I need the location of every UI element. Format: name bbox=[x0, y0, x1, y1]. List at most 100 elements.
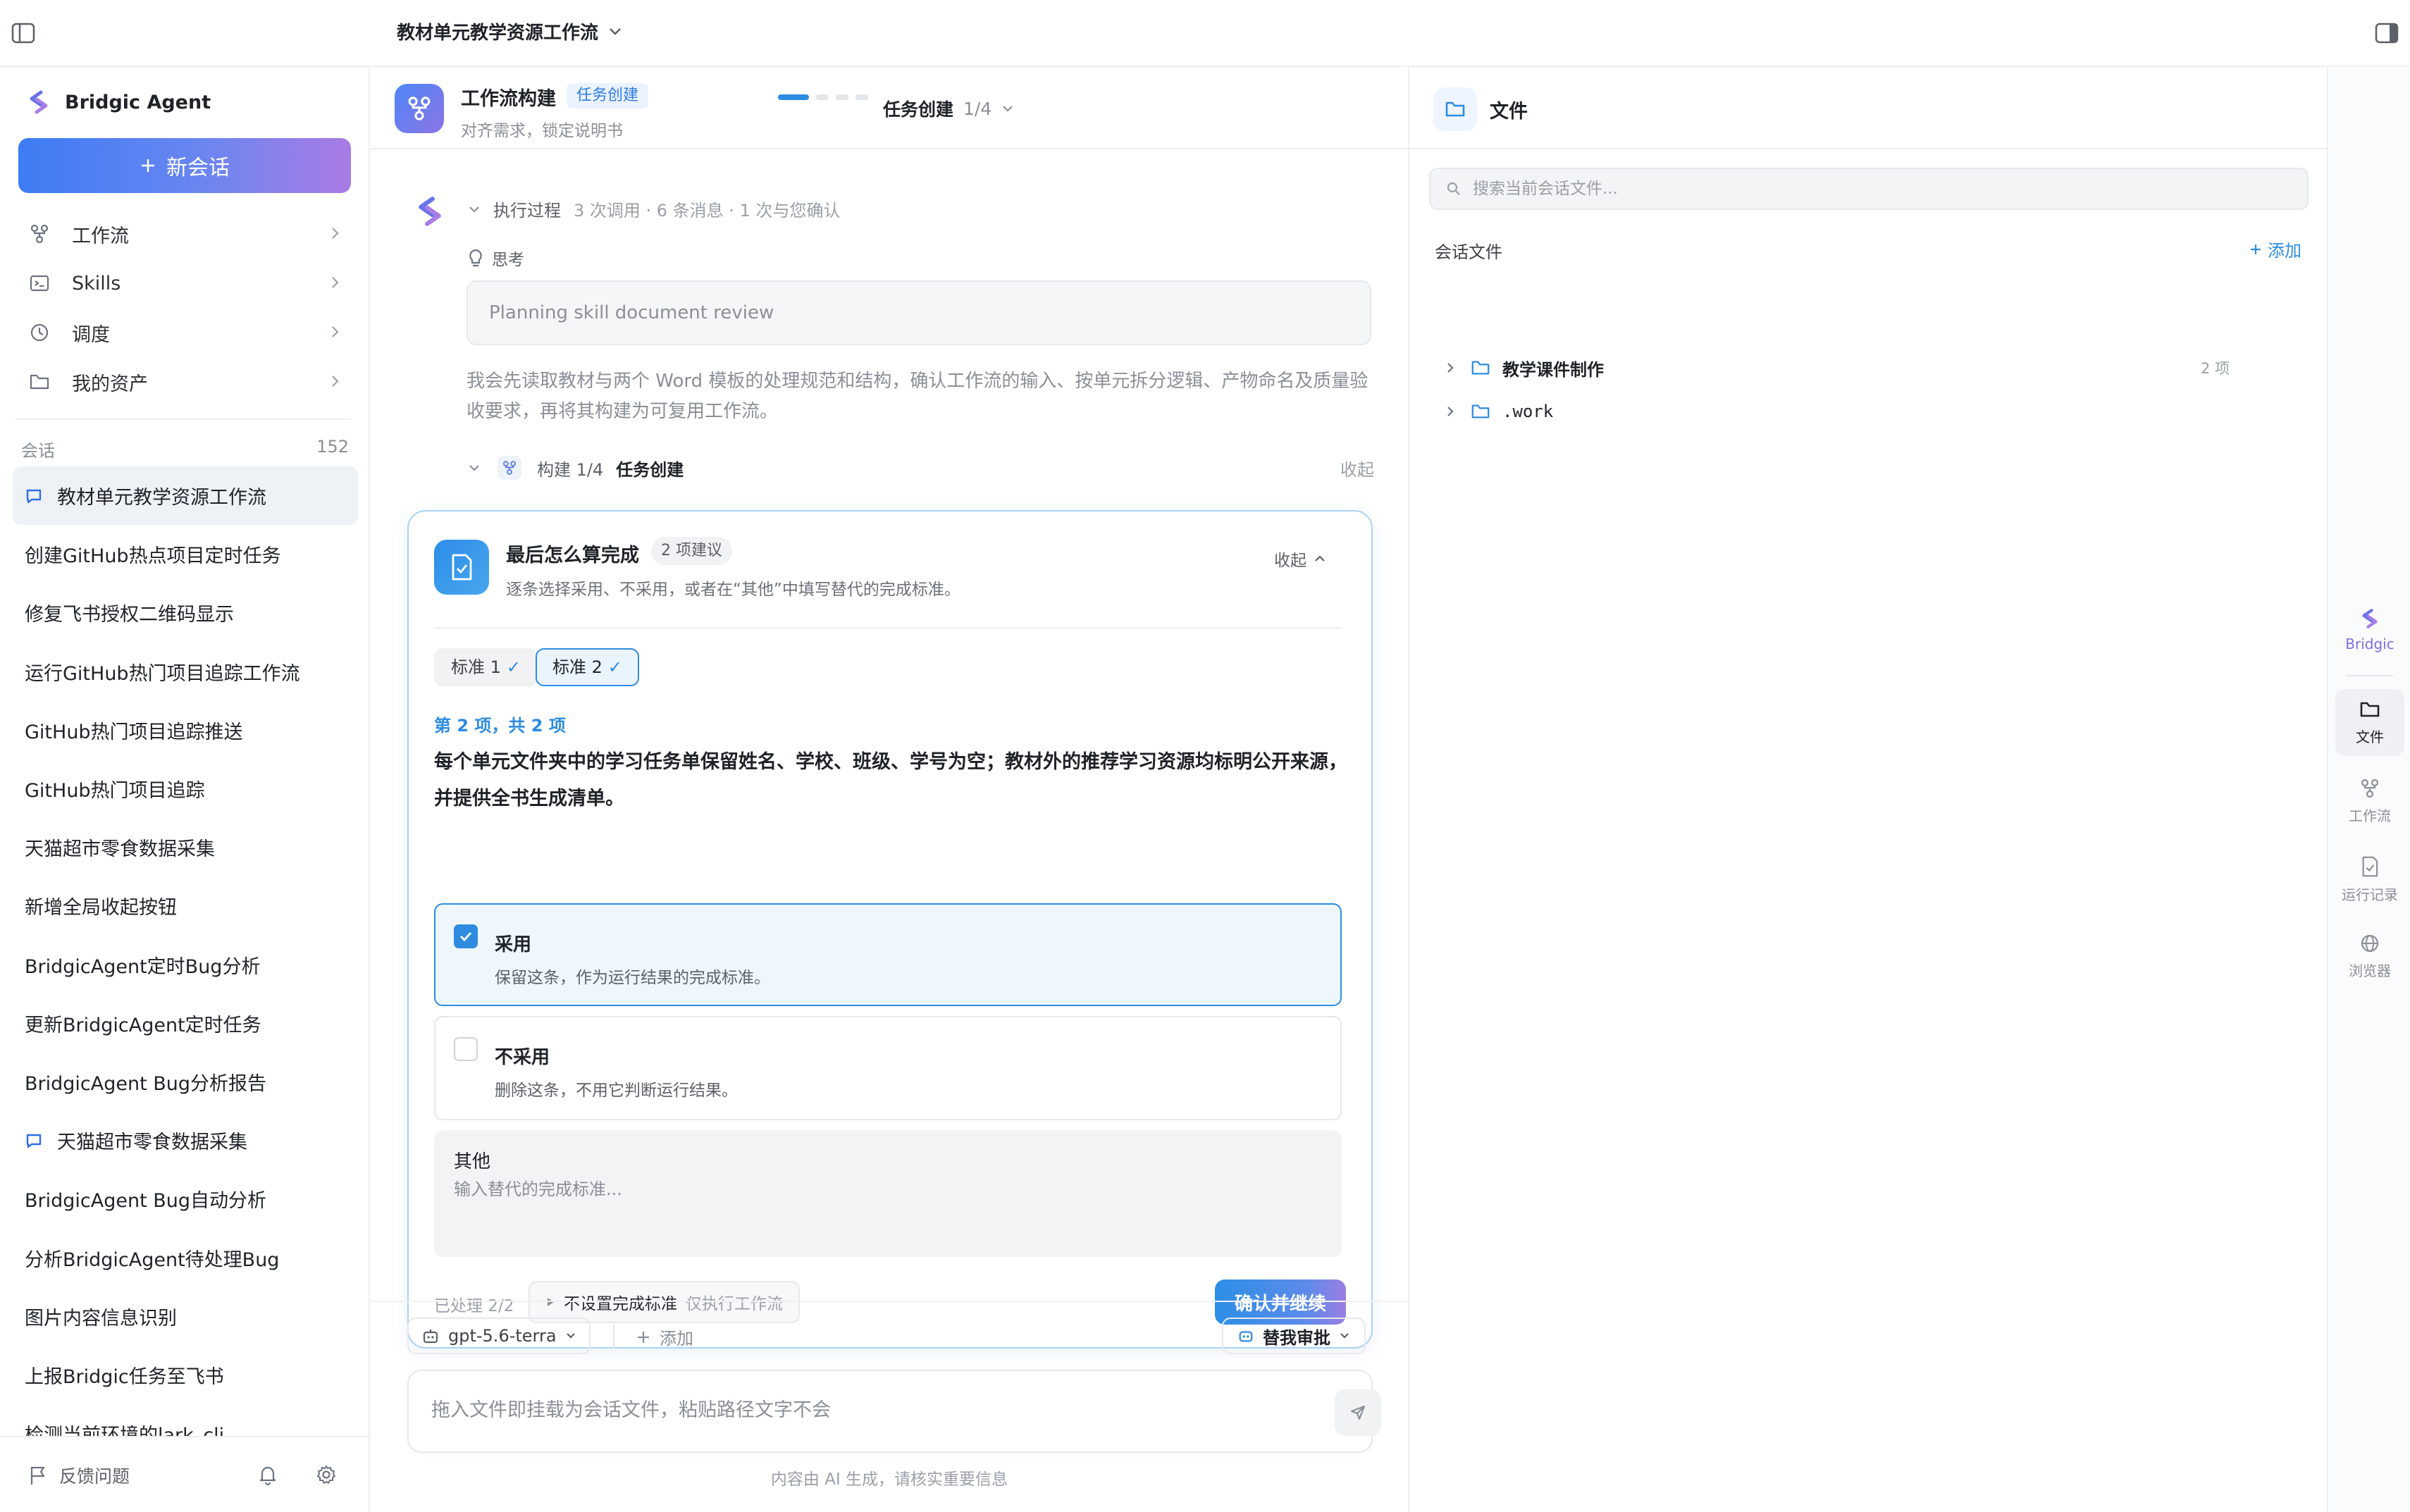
rail-workflow[interactable]: 工作流 bbox=[2335, 768, 2404, 835]
conversation-item[interactable]: BridgicAgent Bug自动分析 bbox=[13, 1170, 358, 1228]
nav-item-schedule[interactable]: 调度 bbox=[18, 313, 351, 352]
divider bbox=[2347, 675, 2393, 676]
check-icon: ✓ bbox=[607, 657, 623, 677]
conversation-title: 分析BridgicAgent待处理Bug bbox=[25, 1248, 280, 1271]
card-collapse-button[interactable]: 收起 bbox=[1274, 547, 1326, 571]
nav-item-skills[interactable]: Skills bbox=[18, 264, 351, 303]
option-description: 保留这条，作为运行结果的完成标准。 bbox=[495, 969, 770, 987]
feedback-label: 反馈问题 bbox=[59, 1466, 130, 1487]
check-icon: ✓ bbox=[506, 657, 521, 677]
bell-icon[interactable] bbox=[258, 1464, 278, 1485]
conversation-item[interactable]: 分析BridgicAgent待处理Bug bbox=[13, 1228, 358, 1287]
progress-segment bbox=[816, 94, 829, 100]
option-reject[interactable]: 不采用 删除这条，不用它判断运行结果。 bbox=[434, 1016, 1342, 1120]
rail-browser[interactable]: 浏览器 bbox=[2335, 923, 2404, 990]
add-attachment-button[interactable]: 添加 bbox=[636, 1325, 693, 1349]
model-selector[interactable]: gpt-5.6-terra bbox=[407, 1318, 591, 1354]
conversation-item[interactable]: GitHub热门项目追踪 bbox=[13, 760, 358, 818]
chevron-down-icon bbox=[1003, 106, 1013, 112]
flag-icon bbox=[30, 1466, 45, 1485]
rail-run-history[interactable]: 运行记录 bbox=[2335, 845, 2404, 914]
completion-criteria-card: 最后怎么算完成 2 项建议 逐条选择采用、不采用，或者在“其他”中填写替代的完成… bbox=[407, 510, 1373, 1349]
feedback-button[interactable]: 反馈问题 bbox=[28, 1463, 130, 1488]
option-title: 不采用 bbox=[495, 1047, 550, 1068]
option-adopt[interactable]: 采用 保留这条，作为运行结果的完成标准。 bbox=[434, 903, 1342, 1006]
brand[interactable]: Bridgic Agent bbox=[25, 89, 211, 116]
conversation-title: 教材单元教学资源工作流 bbox=[57, 487, 266, 509]
conversation-item[interactable]: 天猫超市零食数据采集 bbox=[13, 1111, 358, 1170]
conversation-title: 天猫超市零食数据采集 bbox=[57, 1132, 247, 1154]
approval-label: 替我审批 bbox=[1263, 1327, 1330, 1348]
divider bbox=[434, 627, 1342, 628]
step-dropdown[interactable]: 任务创建 1/4 bbox=[883, 96, 1014, 121]
conversation-title: GitHub热门项目追踪 bbox=[25, 780, 205, 803]
chevron-down-icon bbox=[610, 27, 621, 35]
message-input[interactable] bbox=[431, 1399, 1277, 1421]
rail-label: 工作流 bbox=[2349, 807, 2391, 824]
conversation-item[interactable]: 修复飞书授权二维码显示 bbox=[13, 583, 358, 642]
conversation-item[interactable]: BridgicAgent定时Bug分析 bbox=[13, 936, 358, 994]
thinking-header: 思考 bbox=[468, 246, 524, 270]
send-button[interactable] bbox=[1335, 1389, 1381, 1436]
conversation-title-dropdown[interactable]: 教材单元教学资源工作流 bbox=[397, 18, 622, 44]
add-file-button[interactable]: 添加 bbox=[2249, 237, 2301, 261]
criteria-tab-2[interactable]: 标准 2 ✓ bbox=[536, 648, 640, 686]
conversation-title: BridgicAgent定时Bug分析 bbox=[25, 955, 261, 978]
bridgic-logo-icon bbox=[30, 90, 48, 114]
conversation-item[interactable]: 图片内容信息识别 bbox=[13, 1287, 358, 1346]
conversation-item[interactable]: GitHub热门项目追踪推送 bbox=[13, 701, 358, 760]
rail-files[interactable]: 文件 bbox=[2335, 689, 2404, 756]
conversation-item[interactable]: 更新BridgicAgent定时任务 bbox=[13, 994, 358, 1053]
divider bbox=[613, 1325, 614, 1349]
conversations-label: 会话 bbox=[21, 441, 55, 461]
files-title: 文件 bbox=[1490, 101, 1528, 123]
conversation-item[interactable]: 创建GitHub热点项目定时任务 bbox=[13, 525, 358, 583]
add-file-label: 添加 bbox=[2268, 241, 2301, 261]
play-icon bbox=[548, 1298, 554, 1306]
conversation-item[interactable]: 新增全局收起按钮 bbox=[13, 876, 358, 935]
new-chat-button[interactable]: 新会话 bbox=[18, 138, 351, 193]
folder-row[interactable]: .work bbox=[1440, 395, 2230, 428]
right-panel-toggle-icon[interactable] bbox=[2373, 21, 2400, 45]
processed-count: 已处理 2/2 bbox=[434, 1297, 514, 1315]
thinking-summary[interactable]: Planning skill document review bbox=[466, 280, 1371, 345]
checkbox[interactable] bbox=[454, 1037, 478, 1061]
collapse-button[interactable]: 收起 bbox=[1340, 456, 1374, 481]
build-step-row[interactable]: 构建 1/4 任务创建 收起 bbox=[468, 454, 1377, 482]
skip-label: 不设置完成标准 bbox=[564, 1295, 677, 1313]
conversation-item[interactable]: 运行GitHub热门项目追踪工作流 bbox=[13, 643, 358, 701]
conversation-list[interactable]: 教材单元教学资源工作流创建GitHub热点项目定时任务 修复飞书授权二维码显示 运行… bbox=[13, 466, 358, 1502]
folder-row[interactable]: 教学课件制作 2 项 bbox=[1440, 351, 2230, 385]
top-bar: 教材单元教学资源工作流 bbox=[0, 0, 2410, 67]
chevron-down-icon bbox=[1340, 1333, 1349, 1339]
execution-label: 执行过程 bbox=[493, 201, 561, 221]
chevron-right-icon bbox=[332, 326, 339, 337]
file-search-input[interactable] bbox=[1473, 180, 2283, 198]
chevron-right-icon bbox=[332, 376, 339, 387]
conversation-item[interactable]: 天猫超市零食数据采集 bbox=[13, 818, 358, 876]
gear-icon[interactable] bbox=[316, 1464, 337, 1485]
option-title: 采用 bbox=[495, 934, 532, 955]
other-criteria-input[interactable] bbox=[454, 1179, 1321, 1199]
skip-criteria-button[interactable]: 不设置完成标准 仅执行工作流 bbox=[529, 1281, 800, 1323]
checkbox-checked[interactable] bbox=[454, 924, 478, 948]
chevron-right-icon bbox=[332, 277, 339, 288]
build-step-name: 任务创建 bbox=[616, 459, 684, 480]
conversation-item[interactable]: 上报Bridgic任务至飞书 bbox=[13, 1346, 358, 1404]
chevron-down-icon bbox=[469, 206, 479, 213]
step-progress bbox=[778, 94, 868, 100]
execution-process-toggle[interactable]: 执行过程 3 次调用 · 6 条消息 · 1 次与您确认 bbox=[468, 197, 840, 221]
auto-approve-selector[interactable]: 替我审批 bbox=[1222, 1318, 1366, 1354]
rail-bridgic[interactable]: Bridgic bbox=[2335, 597, 2404, 662]
nav-item-assets[interactable]: 我的资产 bbox=[18, 362, 351, 402]
nav-item-workflow[interactable]: 工作流 bbox=[18, 214, 351, 254]
conversation-item[interactable]: BridgicAgent Bug分析报告 bbox=[13, 1053, 358, 1111]
criteria-tab-1[interactable]: 标准 1 ✓ bbox=[434, 648, 538, 686]
conversation-item[interactable]: 教材单元教学资源工作流 bbox=[13, 466, 358, 526]
sidebar-footer: 反馈问题 bbox=[0, 1436, 369, 1512]
workflow-title: 工作流构建 bbox=[461, 88, 556, 110]
nav-label: 我的资产 bbox=[72, 373, 148, 395]
sidebar-toggle-icon[interactable] bbox=[10, 21, 37, 45]
ai-disclaimer: 内容由 AI 生成，请核实重要信息 bbox=[770, 1470, 1008, 1489]
send-icon bbox=[1350, 1405, 1366, 1420]
